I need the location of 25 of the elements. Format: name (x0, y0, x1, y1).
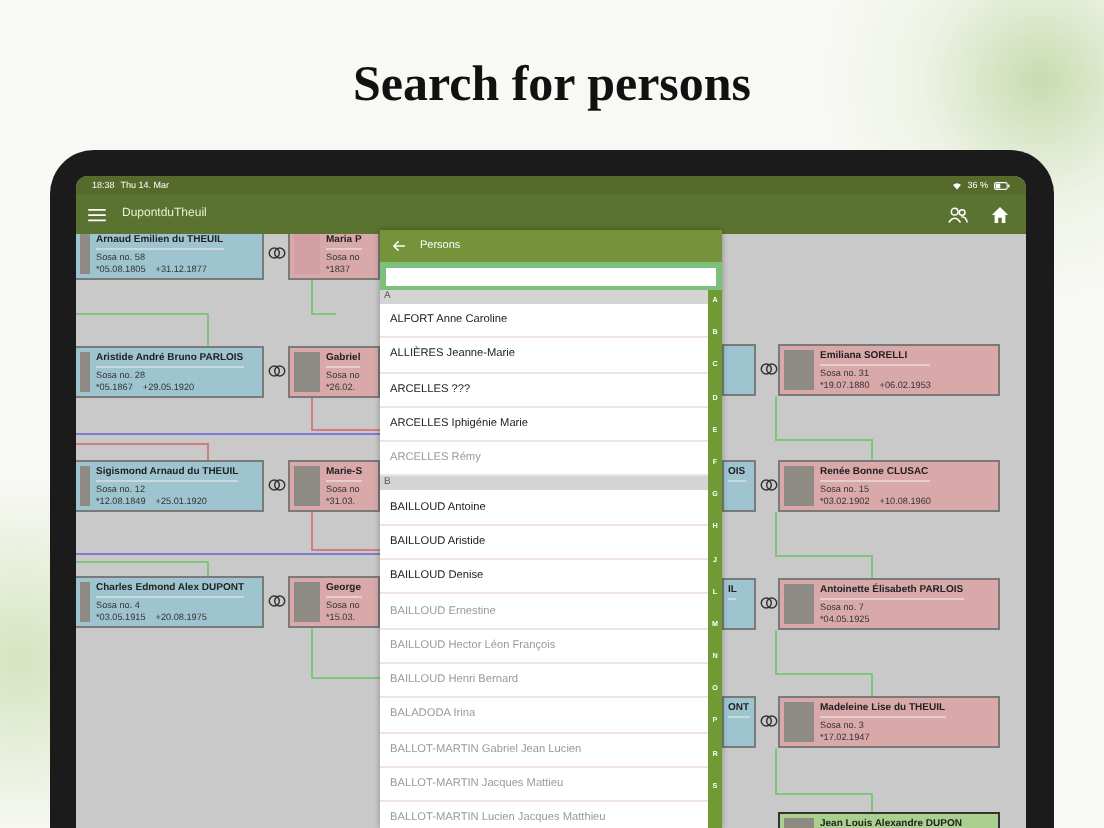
search-field[interactable] (386, 267, 716, 285)
headline: Search for persons (350, 56, 754, 116)
connector-line (775, 747, 873, 813)
connector-line (311, 279, 337, 315)
menu-icon[interactable] (88, 207, 106, 221)
back-arrow-icon[interactable] (392, 240, 406, 252)
connector-line (76, 443, 209, 461)
connector-line (775, 511, 873, 579)
rings-icon (268, 364, 286, 378)
people-icon[interactable] (948, 205, 968, 223)
home-icon[interactable] (990, 205, 1010, 223)
connector-line (775, 629, 873, 697)
rings-icon (760, 596, 778, 610)
rings-icon (268, 478, 286, 492)
rings-icon (760, 714, 778, 728)
battery-icon (994, 181, 1010, 189)
rings-icon (760, 362, 778, 376)
connector-line (76, 561, 209, 577)
wifi-icon (951, 181, 962, 189)
rings-icon (760, 478, 778, 492)
person-card[interactable] (722, 344, 756, 396)
connector-line (76, 313, 209, 347)
rings-icon (268, 594, 286, 608)
connector-line (775, 395, 873, 461)
rings-icon (268, 246, 286, 260)
